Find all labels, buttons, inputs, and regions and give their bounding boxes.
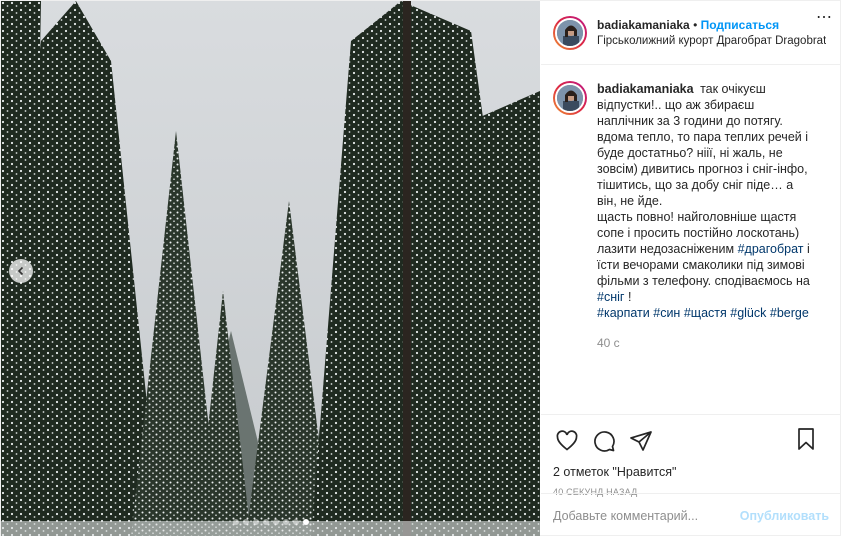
separator-dot: • [693,17,698,32]
caption-username[interactable]: badiakamaniaka [597,82,694,96]
carousel-dot [262,519,269,525]
carousel-dot [242,519,249,525]
avatar[interactable] [553,15,587,50]
comment-icon[interactable] [590,427,618,455]
carousel-dot [302,519,309,525]
caption-time[interactable]: 40 с [597,335,813,351]
avatar-image [555,83,585,113]
heart-icon[interactable] [553,427,581,455]
snowy-forest-photo [1,1,540,536]
carousel-dot [282,519,289,525]
header-text: badiakamaniaka • Подписаться Гірськолижн… [597,17,826,49]
more-options-icon[interactable]: ⋯ [816,7,833,27]
avatar-image [555,17,585,48]
carousel-dot [292,519,299,525]
add-comment-bar: Опубликовать [541,493,841,536]
action-icons [553,421,829,461]
post-actions: 2 отметок "Нравится" 40 СЕКУНД НАЗАД Опу… [541,414,841,536]
carousel-indicator [1,519,540,525]
hashtag-link[interactable]: #драгобрат [738,242,804,256]
hashtag-link[interactable]: #glück [730,306,766,320]
chevron-left-icon [17,266,24,276]
caption-text-4: сподіваємось на [714,274,810,288]
hashtag-link[interactable]: #сніг [597,290,624,304]
caption-text-1: так очікуєш відпустки!.. що аж збираєш н… [597,82,808,208]
carousel-dot [252,519,259,525]
hashtag-link[interactable]: #карпати [597,306,650,320]
carousel-dot [272,519,279,525]
caption-text-5: ! [627,290,632,304]
caption-avatar[interactable] [553,81,587,115]
follow-button[interactable]: Подписаться [701,18,779,32]
likes-count[interactable]: 2 отметок "Нравится" [553,463,829,481]
hashtag-link[interactable]: #щастя [684,306,727,320]
caption-body: badiakamaniaka так очікуєш відпустки!.. … [597,81,813,414]
author-username[interactable]: badiakamaniaka [597,18,690,32]
comment-input[interactable] [553,508,740,523]
hashtag-list: #карпати #син #щастя #glück #berge [597,305,813,321]
post-photo[interactable] [1,1,540,536]
instagram-post: badiakamaniaka • Подписаться Гірськолижн… [0,0,841,536]
hashtag-link[interactable]: #син [653,306,680,320]
post-location[interactable]: Гірськолижний курорт Драгобрат Dragobrat [597,33,826,49]
share-icon[interactable] [627,427,655,455]
carousel-dot [232,519,239,525]
bookmark-icon[interactable] [792,425,820,453]
caption-section: badiakamaniaka так очікуєш відпустки!.. … [541,65,841,414]
carousel-prev-button[interactable] [9,259,33,283]
post-header: badiakamaniaka • Подписаться Гірськолижн… [541,1,841,65]
hashtag-link[interactable]: #berge [770,306,809,320]
caption-paragraph-1: badiakamaniaka так очікуєш відпустки!.. … [597,81,813,209]
post-sidebar: badiakamaniaka • Подписаться Гірськолижн… [541,1,841,536]
publish-button[interactable]: Опубликовать [740,509,829,523]
caption-paragraph-2: щасть повно! найголовніше щастя сопе і п… [597,209,813,305]
